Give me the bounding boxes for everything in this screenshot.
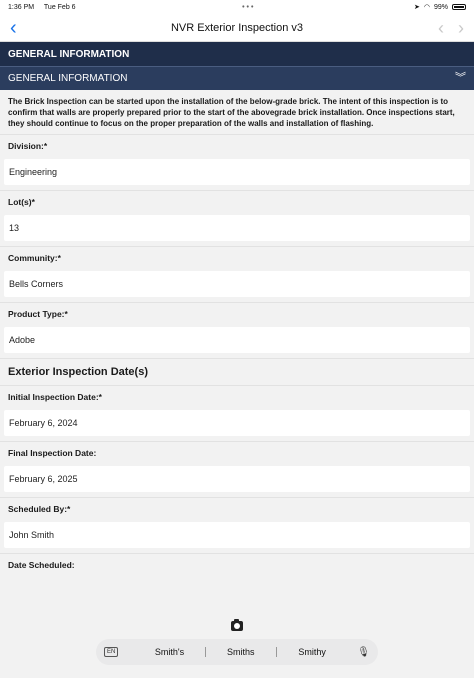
wifi-icon: ◠ (423, 4, 430, 11)
status-left: 1:36 PM Tue Feb 6 (8, 4, 84, 11)
subsection-title: GENERAL INFORMATION (8, 73, 128, 84)
back-button[interactable]: ‹ (10, 18, 50, 38)
exterior-inspection-dates-heading: Exterior Inspection Date(s) (0, 358, 474, 385)
scheduled-by-label: Scheduled By:* (0, 497, 474, 519)
location-icon: ➤ (413, 4, 420, 11)
status-right: ➤ ◠ 99% (414, 3, 466, 11)
double-chevron-down-icon[interactable]: ︾ (455, 73, 466, 84)
initial-inspection-date-field[interactable]: February 6, 2024 (4, 410, 470, 436)
date-scheduled-label: Date Scheduled: (0, 553, 474, 575)
division-field[interactable]: Engineering (4, 159, 470, 185)
final-inspection-date-label: Final Inspection Date: (0, 441, 474, 463)
record-navigation: ‹ › (424, 19, 464, 37)
suggestion-3[interactable]: Smithy (277, 647, 347, 657)
status-bar: 1:36 PM Tue Feb 6 ••• ➤ ◠ 99% (0, 0, 474, 14)
language-key[interactable]: EN (104, 647, 119, 657)
product-type-label: Product Type:* (0, 302, 474, 324)
keyboard-suggestion-bar: EN Smith's Smiths Smithy 🎙 (96, 639, 378, 665)
previous-record-icon[interactable]: ‹ (438, 19, 444, 37)
initial-inspection-date-label: Initial Inspection Date:* (0, 385, 474, 407)
multitasking-dots[interactable]: ••• (242, 4, 255, 11)
navigation-bar: ‹ NVR Exterior Inspection v3 ‹ › (0, 14, 474, 42)
lots-label: Lot(s)* (0, 190, 474, 212)
camera-icon[interactable] (231, 619, 243, 631)
community-label: Community:* (0, 246, 474, 268)
microphone-icon[interactable]: 🎙 (357, 647, 370, 658)
division-label: Division:* (0, 134, 474, 156)
battery-percent: 99% (433, 3, 448, 11)
battery-icon (451, 4, 466, 10)
final-inspection-date-field[interactable]: February 6, 2025 (4, 466, 470, 492)
next-record-icon[interactable]: › (458, 19, 464, 37)
suggestion-1[interactable]: Smith's (134, 647, 204, 657)
community-field[interactable]: Bells Corners (4, 271, 470, 297)
section-header: GENERAL INFORMATION (0, 42, 474, 66)
chevron-left-icon: ‹ (10, 16, 17, 39)
product-type-field[interactable]: Adobe (4, 327, 470, 353)
scheduled-by-field[interactable]: John Smith (4, 522, 470, 548)
lots-field[interactable]: 13 (4, 215, 470, 241)
subsection-header[interactable]: GENERAL INFORMATION ︾ (0, 66, 474, 90)
status-date: Tue Feb 6 (43, 3, 76, 11)
page-title: NVR Exterior Inspection v3 (170, 21, 304, 34)
intro-text: The Brick Inspection can be started upon… (0, 90, 474, 134)
status-time: 1:36 PM (8, 3, 35, 11)
suggestion-2[interactable]: Smiths (206, 647, 276, 657)
